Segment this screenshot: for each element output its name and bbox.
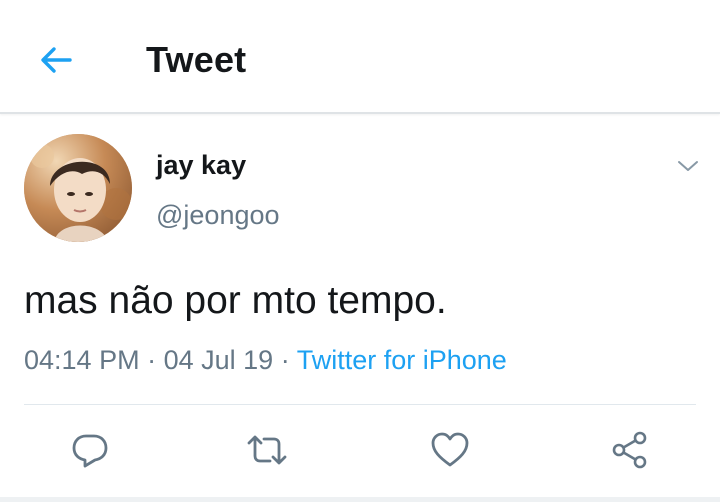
bottom-edge	[0, 497, 720, 502]
top-app-bar: Tweet	[0, 0, 720, 114]
page-title: Tweet	[146, 39, 247, 80]
tweet-source-link[interactable]: Twitter for iPhone	[297, 345, 507, 375]
retweet-icon	[247, 435, 287, 465]
back-button[interactable]	[30, 34, 82, 86]
meta-separator: ·	[147, 345, 157, 375]
share-button[interactable]	[608, 428, 652, 472]
like-button[interactable]	[428, 428, 472, 472]
heart-icon	[431, 432, 469, 467]
reply-button[interactable]	[68, 428, 112, 472]
author-handle[interactable]: @jeongoo	[156, 198, 280, 232]
meta-separator: ·	[280, 345, 290, 375]
avatar[interactable]	[24, 134, 132, 242]
tweet-time: 04:14 PM	[24, 345, 140, 375]
author-name[interactable]: jay kay	[156, 148, 246, 182]
tweet-meta: 04:14 PM · 04 Jul 19 · Twitter for iPhon…	[24, 342, 507, 378]
reply-icon	[72, 434, 108, 468]
divider	[24, 404, 696, 405]
tweet-text: mas não por mto tempo.	[24, 279, 447, 322]
retweet-button[interactable]	[245, 428, 289, 472]
tweet-menu-button[interactable]	[672, 150, 704, 182]
avatar-photo	[24, 134, 132, 242]
tweet-detail-screen: Tweet jay kay @jeongoo mas não por mto t…	[0, 0, 720, 502]
chevron-down-icon	[678, 161, 698, 171]
tweet-date: 04 Jul 19	[163, 345, 274, 375]
share-icon	[612, 431, 647, 469]
back-arrow-icon	[41, 47, 72, 73]
